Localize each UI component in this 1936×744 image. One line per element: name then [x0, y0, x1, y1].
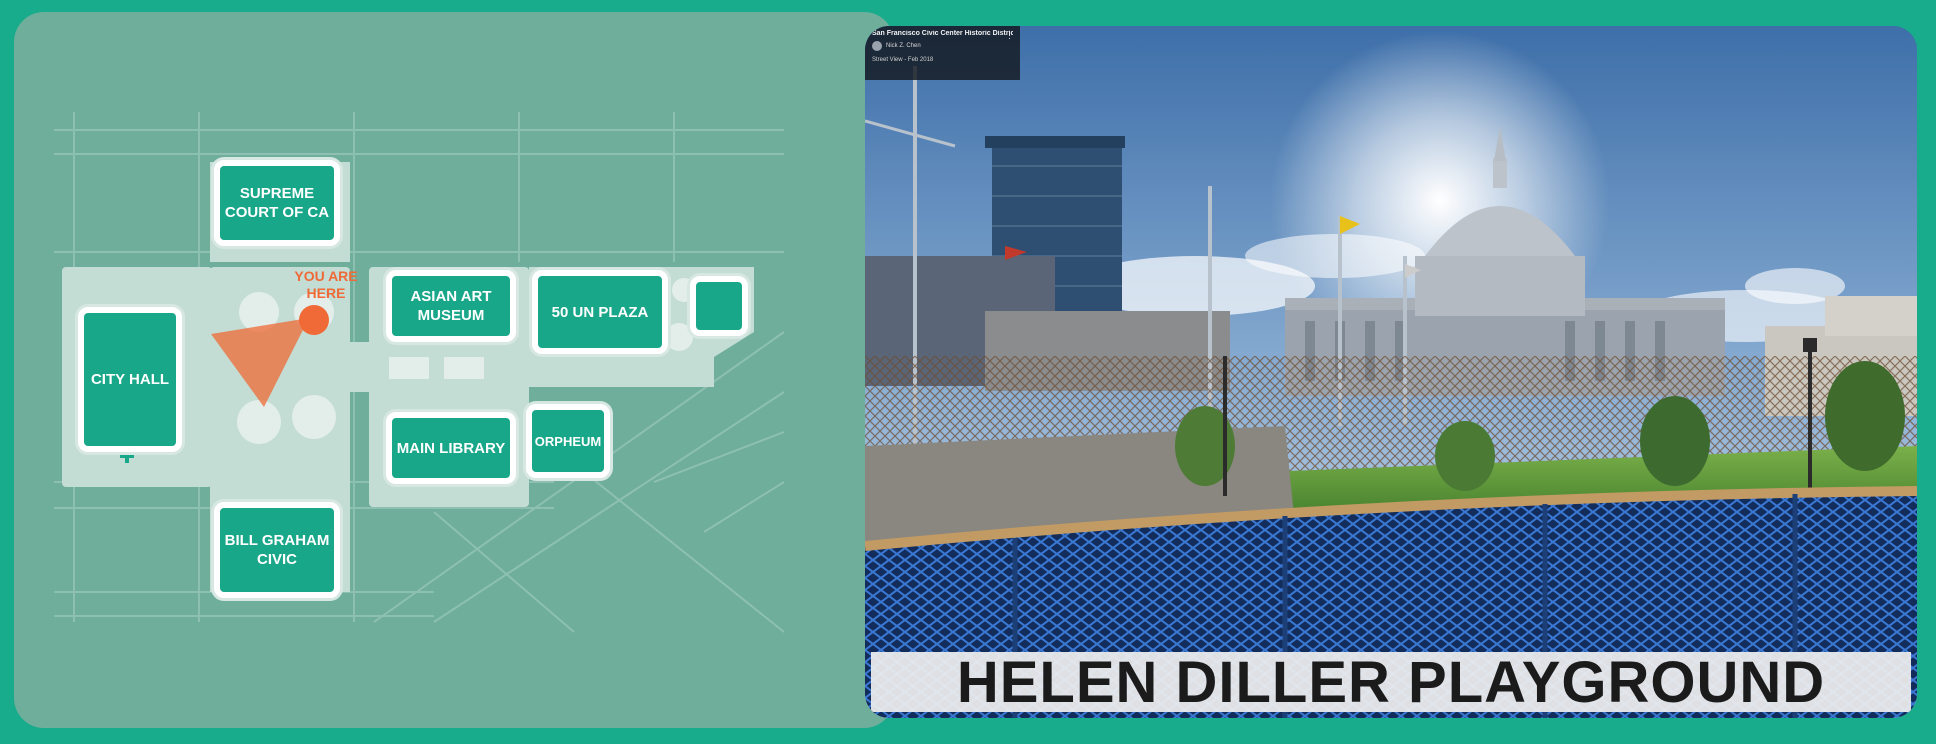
building-city-hall[interactable]: CITY HALL	[78, 307, 182, 452]
location-marker	[299, 305, 329, 335]
more-vert-icon[interactable]: ⋮	[1005, 30, 1014, 41]
building-unlabeled	[690, 276, 748, 336]
building-orpheum[interactable]: ORPHEUM	[526, 404, 610, 478]
building-bill-graham-civic[interactable]: BILL GRAHAM CIVIC	[214, 502, 340, 598]
caption-banner: HELEN DILLER PLAYGROUND	[871, 650, 1911, 715]
street-view-author: Nick Z. Chen	[886, 43, 921, 49]
civic-center-map: YOU ARE HERE SUPREME COURT OF CA CITY HA…	[14, 12, 894, 728]
street-view-date: Street View - Feb 2018	[872, 57, 934, 63]
street-view-info-card[interactable]: San Francisco Civic Center Historic Dist…	[865, 26, 1020, 80]
building-asian-art-museum[interactable]: ASIAN ART MUSEUM	[386, 270, 516, 342]
street-view-title: San Francisco Civic Center Historic Dist…	[872, 30, 1013, 37]
street-view-scene	[865, 26, 1917, 718]
street-view-photo: San Francisco Civic Center Historic Dist…	[865, 26, 1917, 718]
street-view-author-row: Nick Z. Chen	[872, 41, 1013, 51]
author-avatar	[872, 41, 882, 51]
building-main-library[interactable]: MAIN LIBRARY	[386, 412, 516, 484]
caption-text: HELEN DILLER PLAYGROUND	[956, 649, 1826, 715]
building-supreme-court[interactable]: SUPREME COURT OF CA	[214, 160, 340, 246]
building-un-plaza[interactable]: 50 UN PLAZA	[532, 270, 668, 354]
you-are-here-label: YOU ARE HERE	[294, 268, 358, 301]
